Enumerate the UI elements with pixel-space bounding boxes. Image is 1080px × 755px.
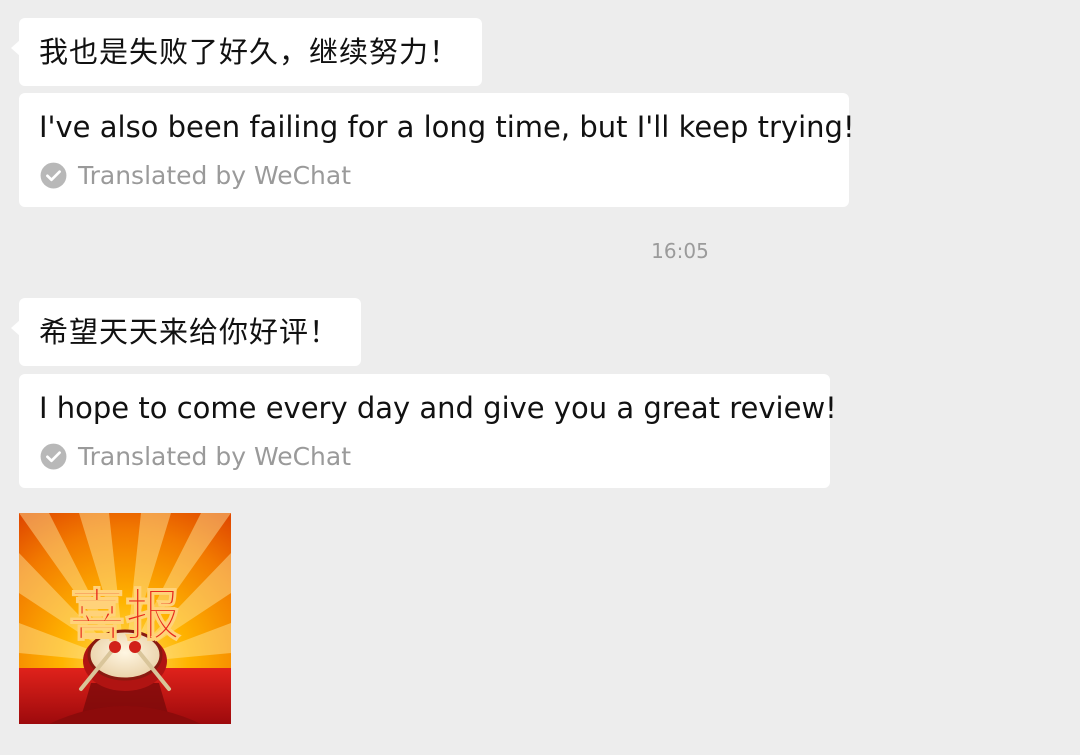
- translated-by-row: Translated by WeChat: [40, 440, 351, 472]
- translation-text: I've also been failing for a long time, …: [39, 110, 855, 144]
- sticker-text: 喜报: [69, 584, 181, 649]
- message-timestamp: 16:05: [651, 239, 709, 263]
- translated-by-row: Translated by WeChat: [40, 159, 351, 191]
- translated-by-label: Translated by WeChat: [78, 160, 351, 190]
- translation-bubble[interactable]: I've also been failing for a long time, …: [19, 93, 855, 207]
- check-circle-icon: [40, 443, 67, 469]
- sticker-graphic: 喜报: [19, 513, 231, 724]
- message-text: 希望天天来给你好评！: [39, 315, 340, 349]
- sticker-image[interactable]: 喜报: [19, 513, 231, 724]
- message-text: 我也是失败了好久，继续努力！: [39, 35, 460, 69]
- check-circle-icon: [40, 162, 67, 188]
- message-bubble[interactable]: 我也是失败了好久，继续努力！: [11, 18, 482, 86]
- translation-text: I hope to come every day and give you a …: [39, 391, 837, 425]
- translated-by-label: Translated by WeChat: [78, 441, 351, 471]
- translation-bubble[interactable]: I hope to come every day and give you a …: [19, 374, 837, 488]
- message-bubble[interactable]: 希望天天来给你好评！: [11, 298, 361, 366]
